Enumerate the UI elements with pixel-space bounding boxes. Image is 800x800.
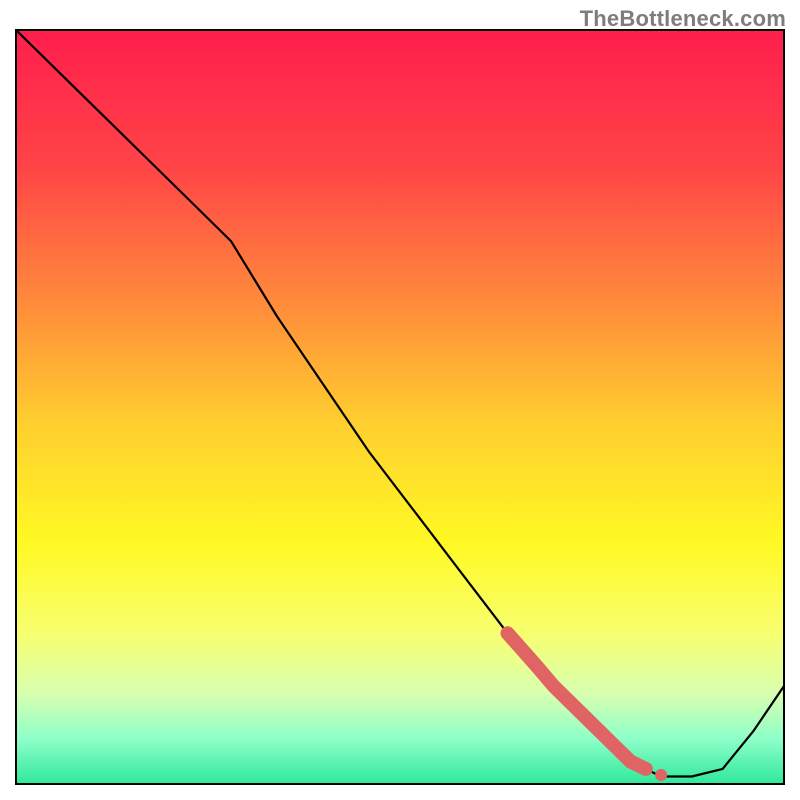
highlight-dot (640, 763, 652, 775)
bottleneck-chart (0, 0, 800, 800)
highlight-dot (655, 769, 667, 781)
chart-container: TheBottleneck.com (0, 0, 800, 800)
highlight-dot (617, 748, 629, 760)
